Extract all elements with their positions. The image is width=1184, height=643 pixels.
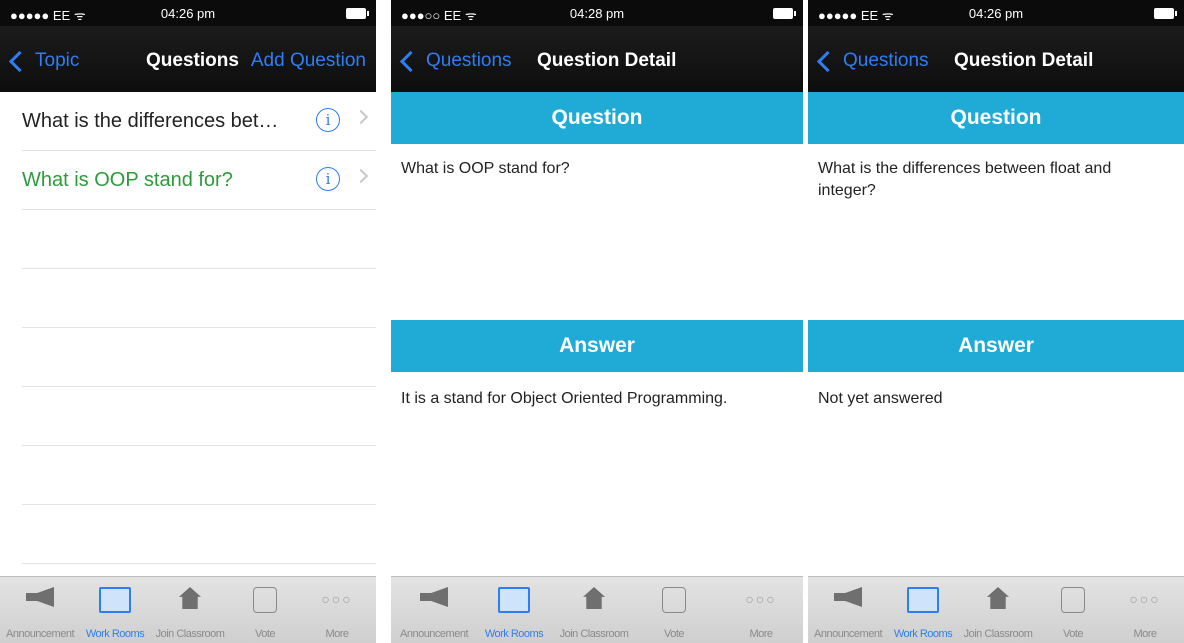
- tab-join-classroom[interactable]: Join Classroom: [559, 577, 629, 643]
- page-title: Question Detail: [954, 50, 1094, 71]
- whiteboard-icon: [498, 587, 530, 613]
- navigation-bar: Questions Question Detail: [391, 26, 803, 92]
- whiteboard-icon: [99, 587, 131, 613]
- chevron-right-icon: [353, 168, 369, 184]
- thumbs-up-icon: [253, 587, 277, 613]
- megaphone-icon: [26, 587, 54, 607]
- navigation-bar: Topic Questions Add Question: [0, 26, 376, 92]
- battery-icon: [1154, 8, 1177, 19]
- status-bar: ●●●●● EE ᯤ 04:26 pm: [0, 0, 376, 26]
- more-icon: ○○○: [1129, 591, 1161, 607]
- question-detail-screen: ●●●●● EE ᯤ 04:26 pm Questions Question D…: [808, 0, 1184, 643]
- tab-work-rooms[interactable]: Work Rooms: [888, 577, 958, 643]
- battery-icon: [346, 8, 369, 19]
- tab-bar: Announcement Work Rooms Join Classroom V…: [391, 576, 803, 643]
- list-item[interactable]: What is OOP stand for? i: [22, 151, 376, 210]
- tab-label: More: [1133, 628, 1157, 640]
- tab-more[interactable]: ○○○ More: [1110, 577, 1180, 643]
- page-title: Question Detail: [537, 50, 677, 71]
- tab-label: Work Rooms: [484, 628, 544, 640]
- tab-label: More: [325, 628, 349, 640]
- status-bar: ●●●●● EE ᯤ 04:26 pm: [808, 0, 1184, 26]
- tab-label: Vote: [663, 628, 685, 640]
- empty-row: [22, 210, 376, 269]
- tab-label: Announcement: [400, 628, 469, 640]
- tab-join-classroom[interactable]: Join Classroom: [155, 577, 225, 643]
- back-button[interactable]: Topic: [8, 50, 80, 72]
- empty-row: [22, 328, 376, 387]
- back-label: Questions: [843, 50, 929, 71]
- add-question-button[interactable]: Add Question: [251, 50, 366, 72]
- tab-announcement[interactable]: Announcement: [813, 577, 883, 643]
- house-icon: [583, 587, 605, 609]
- back-label: Questions: [426, 50, 512, 71]
- thumbs-up-icon: [662, 587, 686, 613]
- thumbs-up-icon: [1061, 587, 1085, 613]
- megaphone-icon: [420, 587, 448, 607]
- empty-row: [22, 505, 376, 564]
- list-item[interactable]: What is the differences bet… i: [22, 92, 376, 151]
- tab-more[interactable]: ○○○ More: [726, 577, 796, 643]
- chevron-left-icon: [8, 50, 31, 72]
- house-icon: [987, 587, 1009, 609]
- empty-row: [22, 269, 376, 328]
- question-text: What is OOP stand for?: [401, 160, 570, 177]
- tab-bar: Announcement Work Rooms Join Classroom V…: [0, 576, 376, 643]
- megaphone-icon: [834, 587, 862, 607]
- more-icon: ○○○: [321, 591, 353, 607]
- tab-bar: Announcement Work Rooms Join Classroom V…: [808, 576, 1184, 643]
- more-icon: ○○○: [745, 591, 777, 607]
- battery-icon: [773, 8, 796, 19]
- question-title: What is OOP stand for?: [22, 169, 233, 191]
- page-title: Questions: [146, 50, 239, 71]
- question-list: What is the differences bet… i What is O…: [0, 92, 376, 564]
- question-header: Question: [808, 92, 1184, 144]
- answer-text: Not yet answered: [818, 390, 943, 407]
- answer-header: Answer: [391, 320, 803, 372]
- back-button[interactable]: Questions: [816, 50, 929, 72]
- tab-label: More: [749, 628, 773, 640]
- tab-work-rooms[interactable]: Work Rooms: [479, 577, 549, 643]
- navigation-bar: Questions Question Detail: [808, 26, 1184, 92]
- info-icon[interactable]: i: [316, 108, 340, 132]
- info-icon[interactable]: i: [316, 167, 340, 191]
- question-title: What is the differences bet…: [22, 110, 279, 132]
- answer-text: It is a stand for Object Oriented Progra…: [401, 390, 728, 407]
- tab-vote[interactable]: Vote: [1038, 577, 1108, 643]
- status-time: 04:28 pm: [569, 6, 625, 21]
- question-detail-screen: ●●●○○ EE ᯤ 04:28 pm Questions Question D…: [391, 0, 803, 643]
- status-bar: ●●●○○ EE ᯤ 04:28 pm: [391, 0, 803, 26]
- back-label: Topic: [35, 50, 80, 71]
- question-text: What is the differences between float an…: [818, 160, 1112, 199]
- status-time: 04:26 pm: [160, 6, 216, 21]
- tab-join-classroom[interactable]: Join Classroom: [963, 577, 1033, 643]
- empty-row: [22, 446, 376, 505]
- chevron-right-icon: [353, 109, 369, 125]
- question-header: Question: [391, 92, 803, 144]
- status-time: 04:26 pm: [968, 6, 1024, 21]
- empty-row: [22, 387, 376, 446]
- chevron-left-icon: [816, 50, 839, 72]
- tab-announcement[interactable]: Announcement: [5, 577, 75, 643]
- tab-work-rooms[interactable]: Work Rooms: [80, 577, 150, 643]
- tab-announcement[interactable]: Announcement: [399, 577, 469, 643]
- chevron-left-icon: [399, 50, 422, 72]
- back-button[interactable]: Questions: [399, 50, 512, 72]
- answer-header: Answer: [808, 320, 1184, 372]
- house-icon: [179, 587, 201, 609]
- tab-vote[interactable]: Vote: [639, 577, 709, 643]
- questions-screen: ●●●●● EE ᯤ 04:26 pm Topic Questions Add …: [0, 0, 376, 643]
- tab-vote[interactable]: Vote: [230, 577, 300, 643]
- tab-more[interactable]: ○○○ More: [302, 577, 372, 643]
- whiteboard-icon: [907, 587, 939, 613]
- tab-label: Join Classroom: [559, 628, 629, 640]
